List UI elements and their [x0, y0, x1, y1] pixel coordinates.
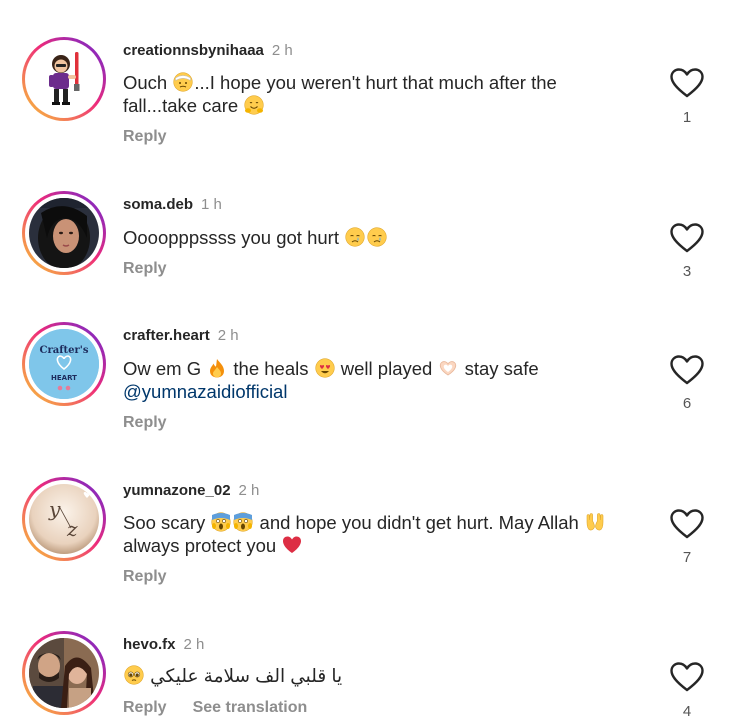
red-heart-emoji — [282, 535, 302, 555]
comment-text: يا قلبي الف سلامة عليكي — [123, 664, 633, 687]
heart-icon[interactable] — [670, 662, 704, 692]
comment-timestamp: 1 h — [201, 196, 222, 213]
reply-button[interactable]: Reply — [123, 260, 167, 278]
portrait-avatar — [29, 198, 99, 268]
fire-emoji — [207, 358, 227, 378]
comment-timestamp: 2 h — [183, 636, 205, 653]
avatar[interactable]: y z — [22, 477, 106, 561]
reply-button[interactable]: Reply — [123, 128, 167, 146]
crafters-heart-logo-avatar: Crafter's HEART — [29, 329, 99, 399]
reply-button[interactable]: Reply — [123, 699, 167, 716]
avatar-monogram-y: y — [48, 497, 61, 521]
avatar[interactable]: Crafter's HEART — [22, 322, 106, 406]
avatar-logo-subtext: HEART — [51, 374, 77, 382]
avatar[interactable] — [22, 37, 106, 121]
cartoon-girl-lightsaber-avatar — [29, 44, 99, 114]
heart-icon[interactable] — [670, 223, 704, 253]
comment-username[interactable]: yumnazone_02 2 h — [123, 482, 259, 499]
crying-face-emoji — [345, 227, 365, 247]
like-count: 1 — [682, 109, 692, 126]
heart-eyes-emoji — [315, 358, 335, 378]
comment-timestamp: 2 h — [271, 42, 293, 59]
like-count: 6 — [682, 395, 692, 412]
comment-username[interactable]: soma.deb 1 h — [123, 196, 222, 213]
couple-photo-avatar — [29, 638, 99, 708]
avatar[interactable] — [22, 631, 106, 715]
avatar-monogram-z: z — [66, 517, 78, 541]
heart-icon[interactable] — [670, 355, 704, 385]
like-count: 3 — [682, 263, 692, 280]
avatar-logo-text: Crafter's — [40, 345, 89, 356]
hugging-face-emoji — [244, 95, 264, 115]
reply-actions: Reply See translation — [123, 699, 307, 717]
open-hands-emoji — [585, 512, 605, 532]
yz-monogram-avatar: y z — [29, 484, 99, 554]
comment-timestamp: 2 h — [217, 327, 239, 344]
comment-text: Ow em G the heals well played stay safe @… — [123, 358, 539, 402]
like-count: 4 — [682, 703, 692, 720]
comment-username[interactable]: hevo.fx 2 h — [123, 636, 204, 653]
comment-text: Oooopppssss you got hurt — [123, 226, 633, 249]
comment-text: Soo scary and hope you didn't get hurt. … — [123, 511, 633, 557]
screaming-face-emoji — [211, 512, 231, 532]
screaming-face-emoji — [233, 512, 253, 532]
user-mention-link[interactable]: @yumnazaidiofficial — [123, 381, 287, 402]
crying-face-emoji — [367, 227, 387, 247]
comment-timestamp: 2 h — [238, 482, 260, 499]
heart-icon[interactable] — [670, 509, 704, 539]
reply-button[interactable]: Reply — [123, 568, 167, 586]
reply-button[interactable]: Reply — [123, 414, 167, 432]
like-count: 7 — [682, 549, 692, 566]
heart-hands-emoji — [438, 358, 458, 378]
face-with-head-bandage-emoji — [173, 72, 193, 92]
heart-icon[interactable] — [670, 68, 704, 98]
pleading-face-emoji — [124, 665, 144, 685]
comment-username[interactable]: creationnsbynihaaa 2 h — [123, 42, 293, 59]
comment-text: Ouch ...I hope you weren't hurt that muc… — [123, 72, 557, 116]
comment-arabic-text: يا قلبي الف سلامة عليكي — [150, 665, 343, 686]
comment-username[interactable]: crafter.heart 2 h — [123, 327, 239, 344]
avatar[interactable] — [22, 191, 106, 275]
see-translation-button[interactable]: See translation — [193, 699, 308, 716]
